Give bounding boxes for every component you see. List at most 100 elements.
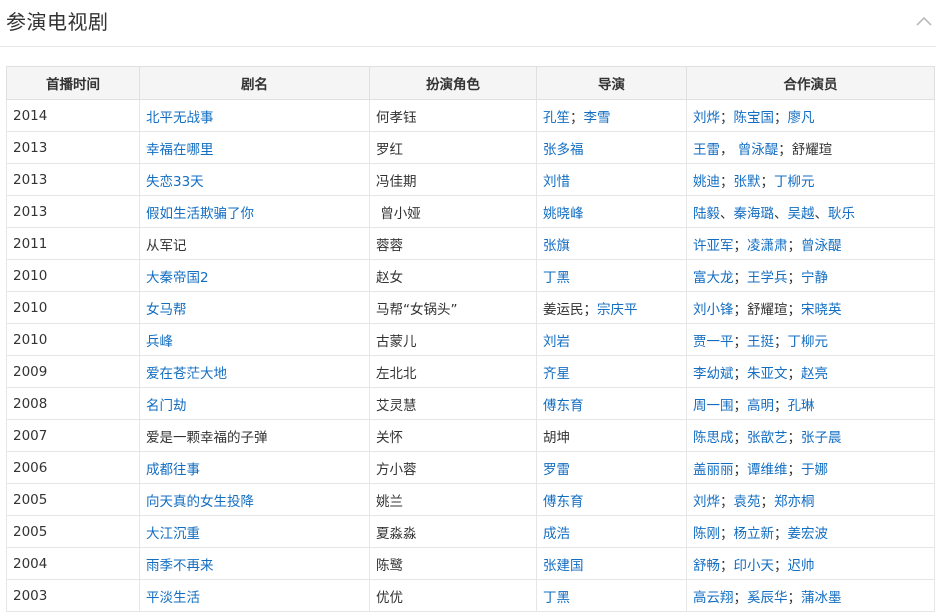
costar-link[interactable]: 秦海璐 — [734, 206, 775, 222]
costar-link[interactable]: 刘烨 — [693, 494, 720, 510]
title-cell: 大秦帝国2 — [139, 259, 370, 292]
costar-link[interactable]: 高云翔 — [693, 590, 734, 606]
series-title-link[interactable]: 雨季不再来 — [146, 558, 214, 574]
costar-link[interactable]: 张歆艺 — [747, 430, 788, 446]
series-title-link[interactable]: 向天真的女生投降 — [146, 494, 254, 510]
costar-link[interactable]: 宁静 — [801, 270, 828, 286]
director-link[interactable]: 傅东育 — [543, 398, 584, 414]
director-link[interactable]: 刘惜 — [543, 174, 570, 190]
series-title-link[interactable]: 平淡生活 — [146, 590, 200, 606]
costars-cell: 高云翔；奚辰华；蒲冰墨 — [686, 579, 935, 612]
costar-link[interactable]: 印小天 — [734, 558, 775, 574]
series-title-link[interactable]: 失恋33天 — [146, 174, 204, 190]
costar-link[interactable]: 张子晨 — [801, 430, 842, 446]
costar-link[interactable]: 陈刚 — [693, 526, 720, 542]
director-cell: 张建国 — [536, 547, 687, 580]
costar-link[interactable]: 吴越 — [788, 206, 815, 222]
column-header-year: 首播时间 — [6, 66, 140, 100]
costars-cell: 陆毅、秦海璐、吴越、耿乐 — [686, 195, 935, 228]
costar-link[interactable]: 王挺 — [747, 334, 774, 350]
costar-link[interactable]: 郑亦桐 — [774, 494, 815, 510]
series-title-link[interactable]: 大秦帝国2 — [146, 270, 209, 286]
costars-cell: 陈刚；杨立新；姜宏波 — [686, 515, 935, 548]
costars-cell: 刘烨；陈宝国；廖凡 — [686, 99, 935, 132]
title-cell: 名门劫 — [139, 387, 370, 420]
costar-link[interactable]: 廖凡 — [788, 110, 815, 126]
costar-link[interactable]: 贾一平 — [693, 334, 734, 350]
costar-link[interactable]: 宋晓英 — [801, 302, 842, 318]
series-title-link[interactable]: 大江沉重 — [146, 526, 200, 542]
director-link[interactable]: 张多福 — [543, 142, 584, 158]
costar-link[interactable]: 许亚军 — [693, 238, 734, 254]
costar-link[interactable]: 舒畅 — [693, 558, 720, 574]
costar-link[interactable]: 刘小锋 — [693, 302, 734, 318]
series-title-link[interactable]: 女马帮 — [146, 302, 187, 318]
director-link[interactable]: 齐星 — [543, 366, 570, 382]
director-link[interactable]: 李雪 — [584, 110, 611, 126]
costar-link[interactable]: 刘烨 — [693, 110, 720, 126]
costar-link[interactable]: 凌潇肃 — [747, 238, 788, 254]
costar-link[interactable]: 张默 — [734, 174, 761, 190]
director-link[interactable]: 丁黑 — [543, 270, 570, 286]
year-cell: 2010 — [6, 323, 140, 356]
separator: ； — [733, 461, 748, 478]
costar-link[interactable]: 蒲冰墨 — [801, 590, 842, 606]
series-title-link[interactable]: 兵峰 — [146, 334, 173, 350]
director-link[interactable]: 罗雷 — [543, 462, 570, 478]
series-title-link[interactable]: 北平无战事 — [146, 110, 214, 126]
costar-link[interactable]: 迟帅 — [788, 558, 815, 574]
costar-link[interactable]: 王学兵 — [747, 270, 788, 286]
series-title-link[interactable]: 名门劫 — [146, 398, 187, 414]
director-link[interactable]: 成浩 — [543, 526, 570, 542]
costar-link[interactable]: 陈思成 — [693, 430, 734, 446]
costar-link[interactable]: 丁柳元 — [774, 174, 815, 190]
director-link[interactable]: 丁黑 — [543, 590, 570, 606]
director-link[interactable]: 刘岩 — [543, 334, 570, 350]
role-cell: 艾灵慧 — [369, 387, 537, 420]
costar-link[interactable]: 赵亮 — [801, 366, 828, 382]
costar-link[interactable]: 孔琳 — [788, 398, 815, 414]
role-cell: 夏淼淼 — [369, 515, 537, 548]
costar-link[interactable]: 于娜 — [801, 462, 828, 478]
costar-link[interactable]: 谭维维 — [747, 462, 788, 478]
chevron-up-icon[interactable] — [914, 12, 934, 32]
year-cell: 2005 — [6, 515, 140, 548]
costar-link[interactable]: 周一围 — [693, 398, 734, 414]
costar-link[interactable]: 杨立新 — [734, 526, 775, 542]
costar-link[interactable]: 丁柳元 — [788, 334, 829, 350]
costars-cell: 王雷， 曾泳醍；舒耀瑄 — [686, 131, 935, 164]
series-title-link[interactable]: 幸福在哪里 — [146, 142, 214, 158]
costar-link[interactable]: 王雷 — [693, 142, 720, 158]
costar-link[interactable]: 盖丽丽 — [693, 462, 734, 478]
director-link[interactable]: 张建国 — [543, 558, 584, 574]
year-cell: 2013 — [6, 131, 140, 164]
costar-link[interactable]: 袁苑 — [734, 494, 761, 510]
costar-link[interactable]: 高明 — [747, 398, 774, 414]
costar-link[interactable]: 奚辰华 — [747, 590, 788, 606]
series-title-link[interactable]: 成都往事 — [146, 462, 200, 478]
director-link[interactable]: 宗庆平 — [597, 302, 638, 318]
director-link[interactable]: 孔笙 — [543, 110, 570, 126]
title-cell: 向天真的女生投降 — [139, 483, 370, 516]
director-link[interactable]: 姚晓峰 — [543, 206, 584, 222]
costar-link[interactable]: 陈宝国 — [734, 110, 775, 126]
costar-link[interactable]: 陆毅 — [693, 206, 720, 222]
director-cell: 张旗 — [536, 227, 687, 260]
series-title-link[interactable]: 爱在苍茫大地 — [146, 366, 227, 382]
costar-link[interactable]: 姚迪 — [693, 174, 720, 190]
costar-link[interactable]: 李幼斌 — [693, 366, 734, 382]
costar-link[interactable]: 曾泳醍 — [801, 238, 842, 254]
costar-link[interactable]: 曾泳醍 — [738, 142, 779, 158]
costars-cell: 贾一平；王挺；丁柳元 — [686, 323, 935, 356]
title-cell: 爱是一颗幸福的子弹 — [139, 419, 370, 452]
costar-link[interactable]: 富大龙 — [693, 270, 734, 286]
series-title-link[interactable]: 假如生活欺骗了你 — [146, 206, 254, 222]
costars-cell: 周一围；高明；孔琳 — [686, 387, 935, 420]
director-link[interactable]: 傅东育 — [543, 494, 584, 510]
director-link[interactable]: 张旗 — [543, 238, 570, 254]
costar-link[interactable]: 耿乐 — [828, 206, 855, 222]
costar-link[interactable]: 朱亚文 — [747, 366, 788, 382]
table-row: 2004 雨季不再来 陈鹭 张建国 舒畅；印小天；迟帅 — [6, 547, 935, 580]
costar-link[interactable]: 姜宏波 — [788, 526, 829, 542]
year-cell: 2010 — [6, 291, 140, 324]
